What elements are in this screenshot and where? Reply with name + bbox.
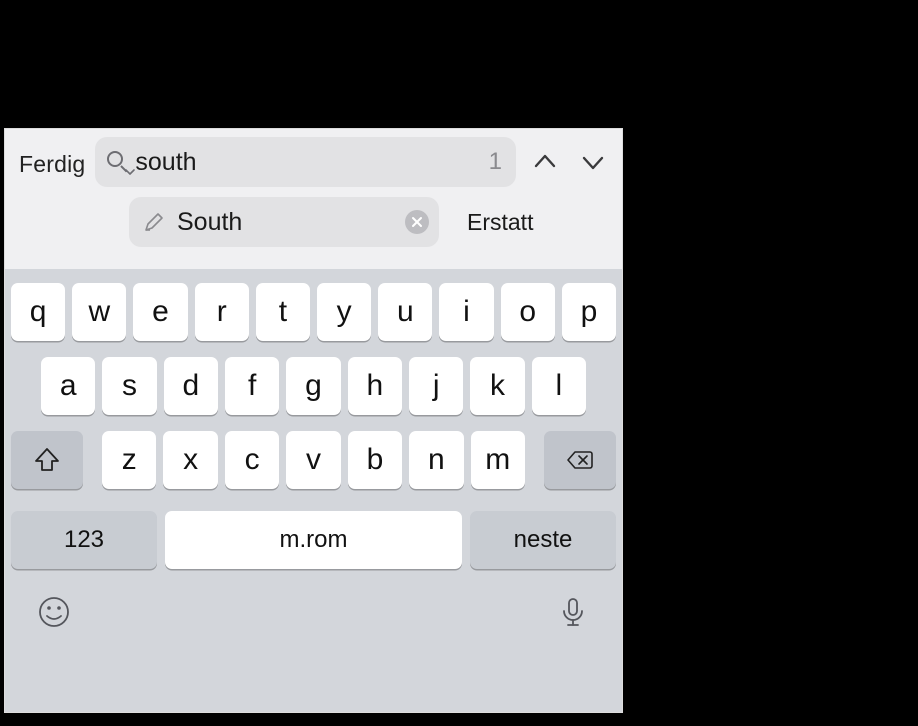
key-e[interactable]: e (133, 283, 187, 341)
replace-field[interactable]: South (129, 197, 439, 247)
search-input[interactable]: south (135, 148, 488, 177)
keyboard-row-4: 123 m.rom neste (11, 505, 616, 571)
key-u[interactable]: u (378, 283, 432, 341)
key-r[interactable]: r (195, 283, 249, 341)
backspace-icon (566, 446, 594, 474)
key-p[interactable]: p (562, 283, 616, 341)
key-y[interactable]: y (317, 283, 371, 341)
chevron-up-icon (532, 149, 558, 175)
replace-toolbar: South Erstatt (115, 191, 622, 255)
keyboard-bottom-bar (11, 587, 616, 643)
key-m[interactable]: m (471, 431, 525, 489)
microphone-icon (556, 595, 590, 629)
close-icon (411, 216, 423, 228)
key-d[interactable]: d (164, 357, 218, 415)
keyboard: qwertyuiop asdfghjkl zxcvbnm 123 m.rom n… (5, 269, 622, 712)
key-t[interactable]: t (256, 283, 310, 341)
pencil-icon (143, 211, 165, 233)
key-k[interactable]: k (470, 357, 524, 415)
prev-result-button[interactable] (526, 143, 564, 181)
emoji-button[interactable] (37, 595, 71, 629)
numbers-key[interactable]: 123 (11, 511, 157, 569)
key-c[interactable]: c (225, 431, 279, 489)
keyboard-row-3: zxcvbnm (11, 431, 616, 489)
keyboard-row-2: asdfghjkl (11, 357, 616, 415)
key-g[interactable]: g (286, 357, 340, 415)
key-a[interactable]: a (41, 357, 95, 415)
result-count: 1 (489, 148, 502, 176)
emoji-icon (37, 595, 71, 629)
done-button[interactable]: Ferdig (19, 147, 85, 178)
key-n[interactable]: n (409, 431, 463, 489)
backspace-key[interactable] (544, 431, 616, 489)
next-key[interactable]: neste (470, 511, 616, 569)
keyboard-row-1: qwertyuiop (11, 283, 616, 341)
chevron-down-icon (580, 149, 606, 175)
key-b[interactable]: b (348, 431, 402, 489)
shift-key[interactable] (11, 431, 83, 489)
key-h[interactable]: h (348, 357, 402, 415)
key-l[interactable]: l (532, 357, 586, 415)
key-v[interactable]: v (286, 431, 340, 489)
shift-icon (33, 446, 61, 474)
dictation-button[interactable] (556, 595, 590, 629)
key-q[interactable]: q (11, 283, 65, 341)
clear-replace-button[interactable] (405, 210, 429, 234)
key-o[interactable]: o (501, 283, 555, 341)
key-i[interactable]: i (439, 283, 493, 341)
key-s[interactable]: s (102, 357, 156, 415)
space-key[interactable]: m.rom (165, 511, 462, 569)
chevron-down-icon (125, 167, 135, 177)
replace-input[interactable]: South (177, 208, 405, 237)
key-z[interactable]: z (102, 431, 156, 489)
key-j[interactable]: j (409, 357, 463, 415)
search-field[interactable]: south 1 (95, 137, 516, 187)
find-replace-panel: Ferdig south 1 (4, 128, 623, 713)
key-f[interactable]: f (225, 357, 279, 415)
key-w[interactable]: w (72, 283, 126, 341)
key-x[interactable]: x (163, 431, 217, 489)
search-options-icon[interactable] (105, 149, 131, 175)
search-toolbar: Ferdig south 1 (5, 129, 622, 191)
magnifier-icon (107, 151, 123, 167)
replace-button[interactable]: Erstatt (467, 209, 533, 236)
next-result-button[interactable] (574, 143, 612, 181)
